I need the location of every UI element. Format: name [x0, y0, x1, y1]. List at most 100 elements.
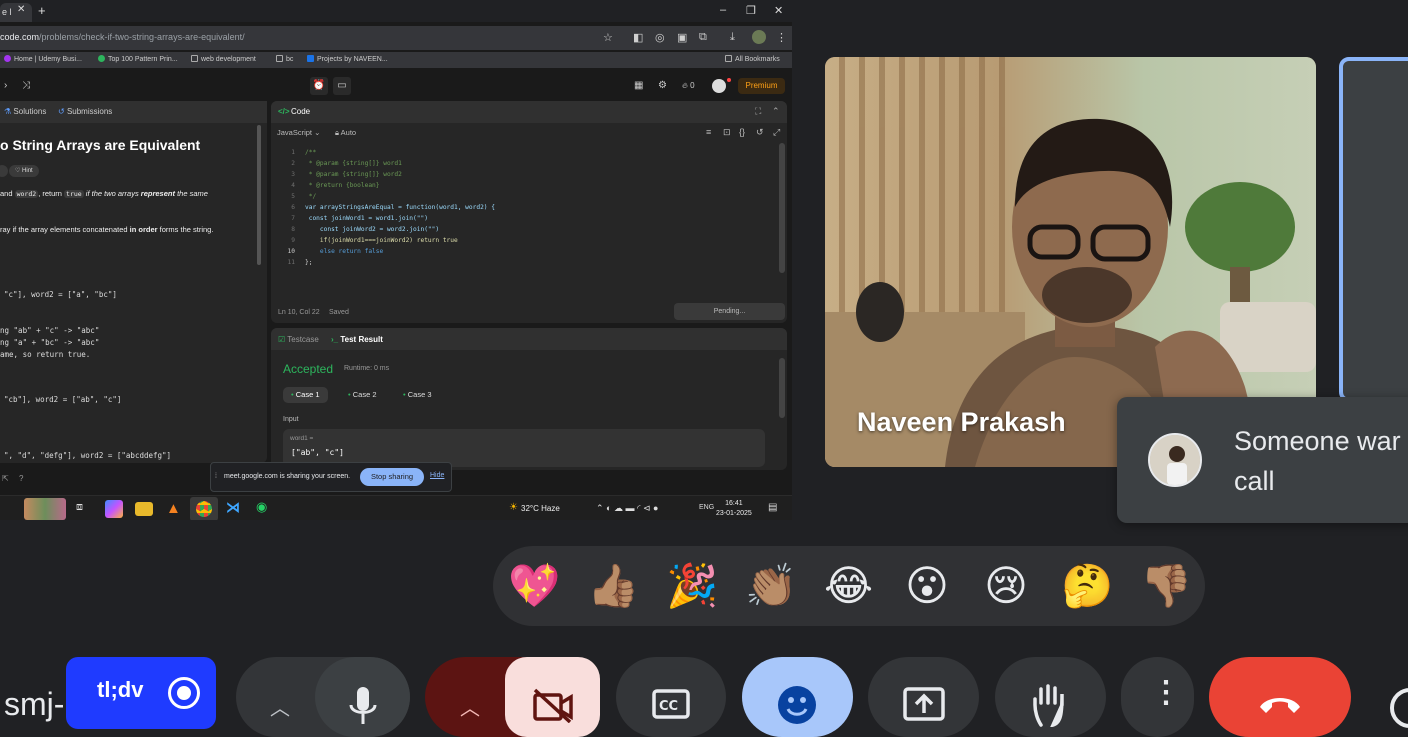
crying-reaction[interactable]: 😢	[982, 562, 1030, 610]
notification-dot	[727, 78, 731, 82]
notes-icon[interactable]: ▭	[333, 77, 351, 95]
extension-icon[interactable]: ◧	[633, 31, 643, 44]
minimize-icon[interactable]: –	[720, 4, 726, 16]
all-bookmarks[interactable]: All Bookmarks	[725, 55, 780, 63]
reactions-bar: 💖 👍🏽 🎉 👏🏽 😂 😮 😢 🤔 👎🏽	[493, 546, 1205, 626]
bookmark-star-icon[interactable]: ☆	[603, 31, 613, 44]
copilot-icon[interactable]	[105, 500, 123, 518]
sparkling-heart-reaction[interactable]: 💖	[508, 562, 560, 610]
expand-icon[interactable]: ⤢	[773, 127, 780, 138]
extension-icon[interactable]: ◎	[655, 31, 665, 44]
tab-test-result[interactable]: ›_ Test Result	[331, 335, 383, 344]
laughing-reaction[interactable]: 😂	[824, 562, 873, 610]
thumbs-up-reaction[interactable]: 👍🏽	[587, 562, 639, 610]
fullscreen-icon[interactable]: ⛶	[755, 106, 761, 117]
party-popper-reaction[interactable]: 🎉	[666, 562, 718, 610]
close-window-icon[interactable]: ✕	[774, 4, 783, 17]
share-link-icon[interactable]: ⇱	[2, 474, 9, 483]
bookmark-icon[interactable]: ⊡	[723, 127, 731, 138]
topic-chip[interactable]	[0, 165, 8, 177]
notification-icon[interactable]: ▤	[768, 502, 777, 513]
editor-scrollbar[interactable]	[779, 143, 785, 273]
whatsapp-icon[interactable]: ◉	[256, 499, 267, 515]
wallpaper-widget-icon[interactable]	[24, 498, 66, 520]
result-scrollbar[interactable]	[779, 358, 785, 418]
self-view-tile[interactable]	[1339, 57, 1408, 402]
format-icon[interactable]: ≡	[706, 127, 711, 137]
case-tab-1[interactable]: • Case 1	[283, 387, 328, 403]
reactions-button[interactable]	[742, 657, 853, 737]
microphone-button[interactable]	[315, 657, 410, 737]
bookmark-item[interactable]: Top 100 Pattern Prin...	[98, 55, 178, 63]
description-scrollbar[interactable]	[257, 125, 261, 265]
stop-sharing-button[interactable]: Stop sharing	[360, 468, 424, 486]
help-icon[interactable]: ?	[19, 474, 23, 483]
hint-chip[interactable]: ♡︎ Hint	[9, 165, 39, 177]
camera-options-chevron-icon[interactable]: ︿	[460, 692, 480, 721]
present-screen-button[interactable]	[868, 657, 979, 737]
weather-icon: ☀	[509, 502, 518, 513]
browser-tab[interactable]: e l	[0, 3, 32, 22]
next-problem-icon[interactable]: ›	[4, 80, 7, 91]
user-avatar[interactable]	[712, 79, 726, 93]
more-menu-icon[interactable]: ⋮	[776, 31, 787, 44]
vlc-icon[interactable]: ▲	[166, 500, 181, 517]
join-request-toast[interactable]: Someone war call	[1117, 397, 1408, 523]
camera-off-button[interactable]	[505, 657, 600, 737]
leave-call-button[interactable]	[1209, 657, 1351, 737]
surprised-reaction[interactable]: 😮	[903, 562, 951, 610]
extension-icon[interactable]: ▣	[677, 31, 687, 44]
tldv-recorder-button[interactable]: tl;dv	[66, 657, 216, 729]
tab-submissions[interactable]: ↺ Submissions	[58, 107, 112, 116]
bookmark-folder[interactable]: web development	[191, 55, 256, 63]
bookmark-folder[interactable]: bc	[276, 55, 293, 63]
thinking-reaction[interactable]: 🤔	[1061, 562, 1113, 610]
pending-button[interactable]: Pending...	[674, 303, 785, 320]
captions-button[interactable]: CC	[616, 657, 726, 737]
profile-avatar[interactable]	[752, 30, 766, 44]
more-options-button[interactable]: ⋮	[1121, 657, 1194, 737]
new-tab-icon[interactable]: +	[38, 3, 46, 18]
download-icon[interactable]: ⤓	[730, 31, 735, 44]
settings-gear-icon[interactable]: ⚙	[658, 80, 667, 91]
extensions-puzzle-icon[interactable]: ⧉	[699, 31, 707, 44]
streak-counter[interactable]: 🔥︎ 0	[682, 81, 695, 91]
close-tab-icon[interactable]: ✕	[17, 4, 25, 15]
braces-icon[interactable]: {}	[739, 127, 745, 137]
tab-testcase[interactable]: ☑︎ Testcase	[278, 335, 319, 344]
code-editor[interactable]: 1 /** 2 * @param {string[]} word1 3 * @p…	[271, 145, 787, 295]
premium-button[interactable]: Premium	[738, 78, 785, 94]
vscode-icon[interactable]: ⋊	[226, 499, 240, 516]
clock[interactable]: 16:41 23-01-2025	[716, 499, 752, 519]
meeting-info-icon[interactable]	[1390, 688, 1408, 728]
hide-banner-link[interactable]: Hide	[430, 472, 444, 479]
bookmark-item[interactable]: Home | Udemy Busi...	[4, 55, 82, 63]
weather-text[interactable]: 32°C Haze	[521, 504, 560, 513]
description-tabs: ⚗︎ Solutions ↺ Submissions	[0, 101, 267, 123]
code-line: * @return {boolean}	[305, 182, 380, 189]
case-tab-3[interactable]: • Case 3	[395, 387, 440, 403]
reset-icon[interactable]: ↺	[756, 127, 764, 138]
auto-mode[interactable]: 🔒︎ Auto	[335, 128, 356, 138]
task-view-icon[interactable]: ⧈	[76, 501, 83, 514]
collapse-icon[interactable]: ⌃	[772, 106, 780, 117]
chrome-icon[interactable]	[196, 501, 212, 517]
maximize-icon[interactable]: ❐	[746, 4, 756, 17]
clapping-reaction[interactable]: 👏🏽	[745, 562, 797, 610]
thumbs-down-reaction[interactable]: 👎🏽	[1140, 562, 1192, 610]
mic-options-chevron-icon[interactable]: ︿	[270, 692, 290, 721]
language-indicator[interactable]: ENG	[699, 504, 714, 511]
tab-solutions[interactable]: ⚗︎ Solutions	[4, 107, 46, 116]
language-select[interactable]: JavaScript ⌄	[277, 128, 320, 137]
system-tray-icons[interactable]: ⌃ ◐ ☁ ▬ ◜ ⊲ ●	[596, 503, 658, 514]
shuffle-icon[interactable]: ⤨	[22, 80, 30, 91]
raise-hand-button[interactable]	[995, 657, 1106, 737]
drag-handle-icon[interactable]: ⁞	[215, 473, 217, 480]
code-line: * @param {string[]} word2	[305, 171, 402, 178]
address-bar[interactable]: code.com/problems/check-if-two-string-ar…	[0, 26, 792, 50]
timer-icon[interactable]: ⏰	[310, 77, 328, 95]
case-tab-2[interactable]: • Case 2	[340, 387, 385, 403]
layout-grid-icon[interactable]: ▦	[634, 80, 643, 91]
bookmark-item[interactable]: Projects by NAVEEN...	[307, 55, 388, 63]
file-explorer-icon[interactable]	[135, 502, 153, 516]
